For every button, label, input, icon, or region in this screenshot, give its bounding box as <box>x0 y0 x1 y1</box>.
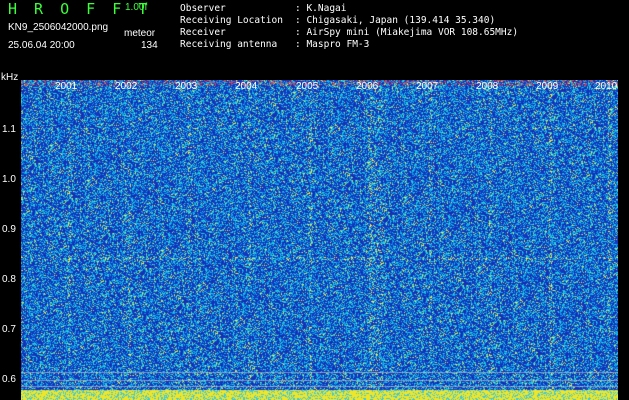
x-tick: 2007 <box>416 81 439 92</box>
x-tick: 2010 <box>595 81 618 92</box>
observer-row: Observer: K.Nagai <box>180 3 347 14</box>
count-label: 134 <box>141 40 158 51</box>
y-tick: 1.0 <box>2 174 16 185</box>
timestamp-label: 25.06.04 20:00 <box>8 40 75 51</box>
y-tick: 0.6 <box>2 374 16 385</box>
spectrogram <box>21 80 618 400</box>
location-row: Receiving Location: Chigasaki, Japan (13… <box>180 15 496 26</box>
category-label: meteor <box>124 28 156 39</box>
x-tick: 2009 <box>536 81 559 92</box>
y-tick: 0.7 <box>2 324 16 335</box>
y-tick: 1.1 <box>2 124 16 135</box>
x-tick: 2001 <box>55 81 78 92</box>
x-tick: 2005 <box>296 81 319 92</box>
y-tick: 0.8 <box>2 274 16 285</box>
x-tick: 2008 <box>476 81 499 92</box>
x-tick: 2002 <box>115 81 138 92</box>
version-label: 1.00f <box>125 2 148 13</box>
filename-label: KN9_2506042000.png <box>8 22 109 33</box>
antenna-row: Receiving antenna: Maspro FM-3 <box>180 39 370 50</box>
x-tick: 2004 <box>235 81 258 92</box>
y-axis-unit: kHz <box>1 72 19 83</box>
x-tick: 2003 <box>175 81 198 92</box>
x-tick: 2006 <box>356 81 379 92</box>
y-tick: 0.9 <box>2 224 16 235</box>
receiver-row: Receiver: AirSpy mini (Miakejima VOR 108… <box>180 27 519 38</box>
